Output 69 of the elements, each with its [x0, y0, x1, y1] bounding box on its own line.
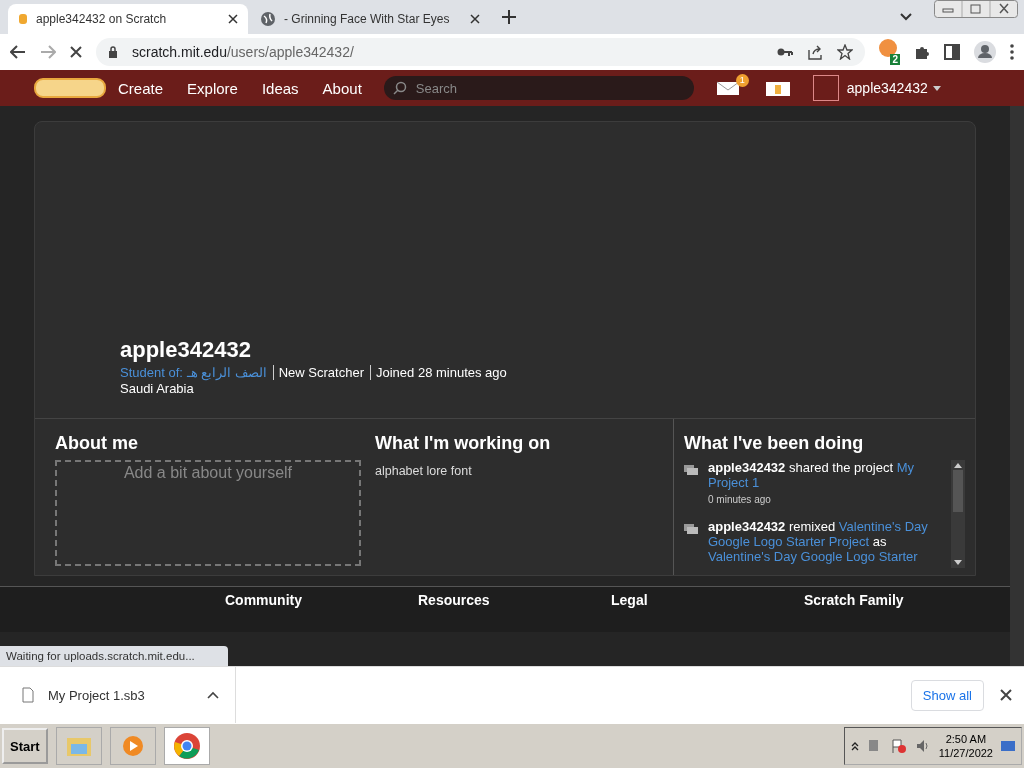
about-me-field[interactable]: Add a bit about yourself [55, 460, 361, 566]
star-icon[interactable] [837, 44, 854, 60]
tab-title: apple342432 on Scratch [36, 12, 168, 26]
chrome-icon[interactable] [163, 727, 210, 765]
side-panel-icon[interactable] [944, 44, 960, 60]
scroll-down-icon[interactable] [954, 560, 962, 565]
profile-username: apple342432 [120, 337, 252, 363]
project-stack-icon [684, 465, 698, 475]
puzzle-icon[interactable] [914, 44, 930, 60]
section-heading: What I'm working on [375, 433, 552, 454]
address-bar[interactable]: scratch.mit.edu/users/apple342432/ [96, 38, 866, 66]
key-icon[interactable] [777, 47, 794, 57]
tab-title: - Grinning Face With Star Eyes [284, 12, 451, 26]
message-count: 1 [735, 74, 749, 87]
browser-tab[interactable]: - Grinning Face With Star Eyes [250, 4, 490, 34]
profile-icon[interactable] [974, 41, 996, 63]
avatar[interactable] [812, 75, 839, 101]
volume-icon[interactable] [914, 738, 931, 754]
page-scrollbar[interactable] [1010, 106, 1024, 666]
project-stack-icon [684, 524, 698, 534]
username-menu[interactable]: apple342432 [846, 80, 928, 96]
download-filename: My Project 1.sb3 [48, 687, 146, 703]
menu-icon[interactable] [1010, 44, 1014, 60]
section-heading: About me [55, 433, 139, 454]
country: Saudi Arabia [120, 381, 195, 396]
back-icon[interactable] [10, 45, 26, 59]
activity-text: apple342432 remixed Valentine's Day Google Logo Starter Project as Valentine's Day Google Logo Starter [708, 519, 929, 564]
file-icon [22, 687, 34, 703]
close-icon[interactable] [1000, 689, 1012, 701]
footer-heading: Community [225, 592, 303, 610]
scroll-up-icon[interactable] [954, 463, 962, 468]
globe-icon [260, 11, 276, 27]
flag-error-icon[interactable] [890, 738, 907, 754]
search-field[interactable]: Search [383, 76, 694, 100]
nav-link[interactable]: Create [118, 79, 164, 97]
nav-link[interactable]: Ideas [261, 79, 299, 97]
show-all-button[interactable]: Show all [910, 679, 984, 711]
messages-icon[interactable] [715, 80, 740, 96]
section-heading: What I've been doing [684, 433, 865, 454]
chevron-icon[interactable] [900, 13, 912, 21]
window-controls[interactable] [934, 0, 1018, 18]
close-icon[interactable] [470, 14, 480, 24]
new-tab-icon[interactable] [502, 10, 516, 24]
browser-tab[interactable]: apple342432 on Scratch [8, 4, 248, 34]
scrollbar[interactable] [951, 460, 965, 568]
status-bubble: Waiting for uploads.scratch.mit.edu... [0, 646, 228, 666]
url-text: scratch.mit.edu/users/apple342432/ [132, 44, 354, 60]
extension-badge: 2 [890, 54, 900, 65]
start-button[interactable]: Start [2, 728, 48, 764]
dropdown-caret-icon[interactable] [932, 85, 941, 91]
nav-link[interactable]: Explore [187, 79, 238, 97]
rank: New Scratcher [272, 365, 364, 380]
extension-icon[interactable] [879, 39, 898, 57]
footer-heading: Resources [418, 592, 491, 610]
activity-text: apple342432 shared the project My Project 1 [708, 460, 915, 490]
nav-link[interactable]: About [322, 79, 362, 97]
close-icon[interactable] [228, 14, 238, 24]
show-hidden-icon[interactable] [850, 741, 859, 751]
working-on-text[interactable]: alphabet lore font [375, 464, 673, 478]
show-desktop-icon[interactable] [1001, 739, 1015, 753]
stop-icon[interactable] [70, 46, 82, 58]
joined-date: Joined 28 minutes ago [370, 365, 507, 380]
share-icon[interactable] [807, 44, 824, 60]
activity-time: 0 minutes ago [708, 494, 772, 505]
lock-icon [108, 46, 118, 58]
footer-heading: Legal [611, 592, 649, 610]
caret-icon[interactable] [207, 691, 219, 699]
folder-icon[interactable] [764, 79, 791, 97]
footer-heading: Scratch Family [804, 592, 905, 610]
